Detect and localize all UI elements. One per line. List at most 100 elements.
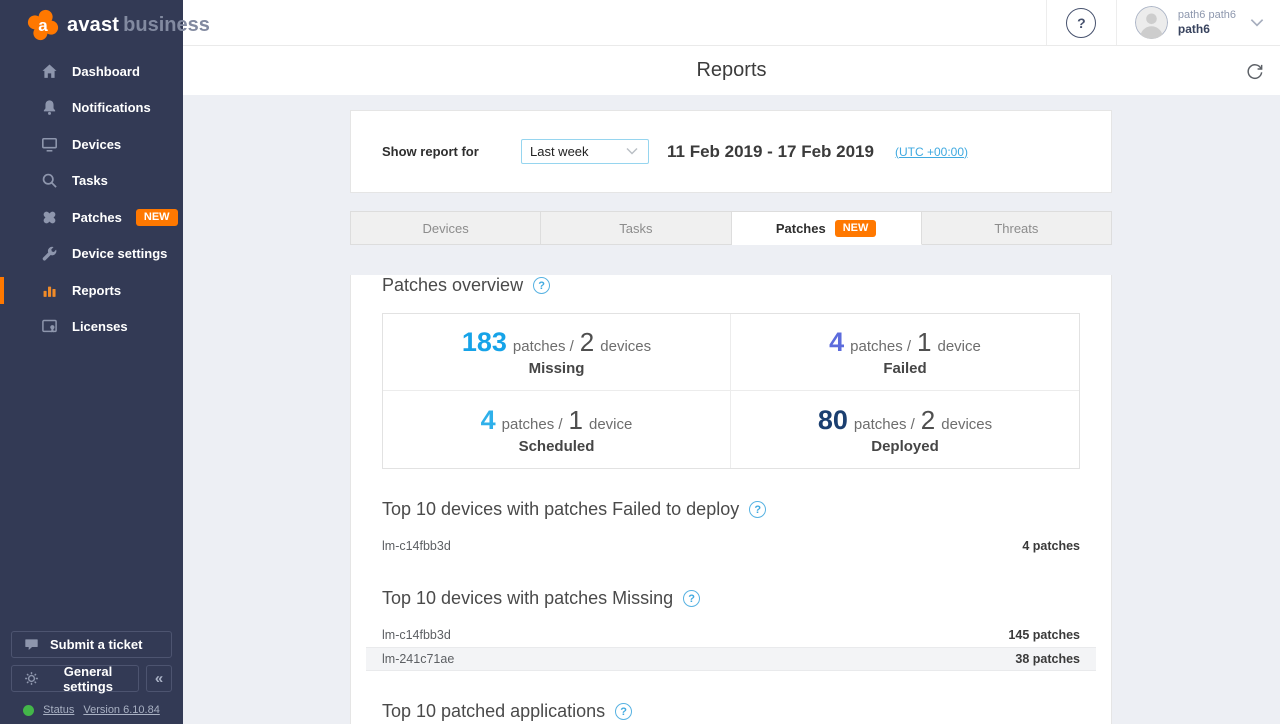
sidebar-item-tasks[interactable]: Tasks: [0, 163, 183, 200]
status-ok-dot: [23, 705, 34, 716]
status-row: Status Version 6.10.84: [11, 704, 172, 716]
timezone-link[interactable]: (UTC +00:00): [895, 145, 968, 159]
device-name: lm-c14fbb3d: [382, 628, 451, 642]
license-icon: [41, 318, 58, 335]
stat-unit: patches /: [854, 416, 915, 433]
general-settings-button[interactable]: General settings: [11, 665, 139, 692]
report-sections: Top 10 devices with patches Failed to de…: [351, 499, 1111, 722]
refresh-button[interactable]: [1246, 62, 1264, 80]
stat-count: 1: [917, 327, 931, 358]
patches-report-panel: Patches overview ? 183patches /2devicesM…: [350, 275, 1112, 724]
sidebar-nav: Dashboard Notifications Devices Tasks Patche…: [0, 53, 183, 345]
collapse-sidebar-button[interactable]: «: [146, 665, 172, 692]
section-title-top-10-patched-applications: Top 10 patched applications?: [382, 701, 1080, 722]
tab-tasks[interactable]: Tasks: [541, 211, 731, 245]
sidebar-item-label: Dashboard: [72, 64, 140, 79]
submit-ticket-label: Submit a ticket: [50, 637, 142, 652]
sidebar-item-patches[interactable]: Patches NEW: [0, 199, 183, 236]
avast-logo-icon: a: [26, 8, 60, 42]
chevron-down-icon: [626, 147, 640, 156]
stat-failed: 4patches /1deviceFailed: [731, 314, 1079, 391]
app-window: a avastbusiness Dashboard Notifications De…: [0, 0, 1280, 724]
stat-scheduled: 4patches /1deviceScheduled: [383, 391, 731, 468]
status-link[interactable]: Status: [43, 704, 74, 716]
content-area: Show report for Last week 11 Feb 2019 - …: [183, 95, 1280, 724]
stat-label: Scheduled: [519, 438, 595, 455]
version-link[interactable]: Version 6.10.84: [83, 704, 159, 716]
bell-icon: [41, 99, 58, 116]
stat-value: 183: [462, 327, 507, 358]
user-fullname: path6 path6: [1178, 8, 1236, 22]
device-name: lm-c14fbb3d: [382, 539, 451, 553]
patches-overview-grid: 183patches /2devicesMissing4patches /1de…: [382, 313, 1080, 469]
stat-value: 4: [829, 327, 844, 358]
tab-devices[interactable]: Devices: [350, 211, 541, 245]
sidebar-item-label: Patches: [72, 210, 122, 225]
stat-unit: patches /: [513, 338, 574, 355]
user-menu[interactable]: path6 path6 path6: [1117, 6, 1280, 39]
stat-count-unit: device: [938, 338, 981, 355]
sidebar-item-devices[interactable]: Devices: [0, 126, 183, 163]
question-mark-icon: ?: [1077, 15, 1086, 31]
patches-overview-title: Patches overview ?: [382, 275, 1080, 296]
date-range-text: 11 Feb 2019 - 17 Feb 2019: [667, 142, 874, 162]
stat-value: 4: [481, 405, 496, 436]
table-row: lm-c14fbb3d 4 patches: [366, 534, 1096, 558]
tab-label: Patches: [776, 221, 826, 236]
report-filter-card: Show report for Last week 11 Feb 2019 - …: [350, 110, 1112, 193]
monitor-icon: [41, 136, 58, 153]
stat-unit: patches /: [850, 338, 911, 355]
device-name: lm-241c71ae: [382, 652, 454, 666]
help-button[interactable]: ?: [1066, 8, 1096, 38]
sidebar-item-licenses[interactable]: Licenses: [0, 309, 183, 346]
help-circle-icon[interactable]: ?: [615, 703, 632, 720]
device-table: lm-c14fbb3d 4 patches: [366, 534, 1096, 558]
page-title: Reports: [183, 59, 1280, 82]
chevron-double-left-icon: «: [155, 670, 163, 687]
sidebar-item-notifications[interactable]: Notifications: [0, 90, 183, 127]
new-badge: NEW: [136, 209, 178, 226]
tab-threats[interactable]: Threats: [922, 211, 1112, 245]
user-username: path6: [1178, 22, 1236, 38]
help-circle-icon[interactable]: ?: [683, 590, 700, 607]
sidebar-item-label: Tasks: [72, 173, 108, 188]
sidebar-item-reports[interactable]: Reports: [0, 272, 183, 309]
patch-icon: [41, 209, 58, 226]
chevron-down-icon: [1250, 18, 1264, 27]
main-area: ? path6 path6 path6 Reports: [183, 0, 1280, 724]
table-row: lm-241c71ae 38 patches: [366, 647, 1096, 671]
chat-bubble-icon: [24, 637, 39, 652]
section-title-top-10-devices-with-patches-failed-to-deploy: Top 10 devices with patches Failed to de…: [382, 499, 1080, 520]
wrench-icon: [41, 245, 58, 262]
sidebar-item-device-settings[interactable]: Device settings: [0, 236, 183, 273]
tab-patches[interactable]: PatchesNEW: [732, 211, 922, 245]
stat-value: 80: [818, 405, 848, 436]
submit-ticket-button[interactable]: Submit a ticket: [11, 631, 172, 658]
avatar: [1135, 6, 1168, 39]
tab-label: Threats: [994, 221, 1038, 236]
patches-count: 4 patches: [1022, 539, 1080, 553]
gear-icon: [24, 671, 39, 686]
sidebar-item-label: Devices: [72, 137, 121, 152]
patches-count: 38 patches: [1015, 652, 1080, 666]
section-title-text: Top 10 devices with patches Missing: [382, 588, 673, 609]
patches-overview-title-text: Patches overview: [382, 275, 523, 296]
stat-count: 1: [569, 405, 583, 436]
topbar: ? path6 path6 path6: [183, 0, 1280, 46]
svg-text:a: a: [38, 16, 48, 35]
logo-brand-text: avast: [67, 14, 119, 36]
sidebar-item-label: Notifications: [72, 100, 151, 115]
help-circle-icon[interactable]: ?: [749, 501, 766, 518]
avast-business-logo[interactable]: a avastbusiness: [0, 0, 183, 50]
show-report-for-label: Show report for: [382, 144, 521, 159]
sidebar-item-label: Device settings: [72, 246, 167, 261]
stat-count-unit: devices: [600, 338, 651, 355]
report-period-select[interactable]: Last week: [521, 139, 649, 164]
tab-label: Devices: [423, 221, 469, 236]
section-title-text: Top 10 patched applications: [382, 701, 605, 722]
bar-chart-icon: [41, 282, 58, 299]
report-period-value: Last week: [530, 144, 589, 159]
table-row: lm-c14fbb3d145 patches: [366, 623, 1096, 647]
help-circle-icon[interactable]: ?: [533, 277, 550, 294]
sidebar-item-dashboard[interactable]: Dashboard: [0, 53, 183, 90]
